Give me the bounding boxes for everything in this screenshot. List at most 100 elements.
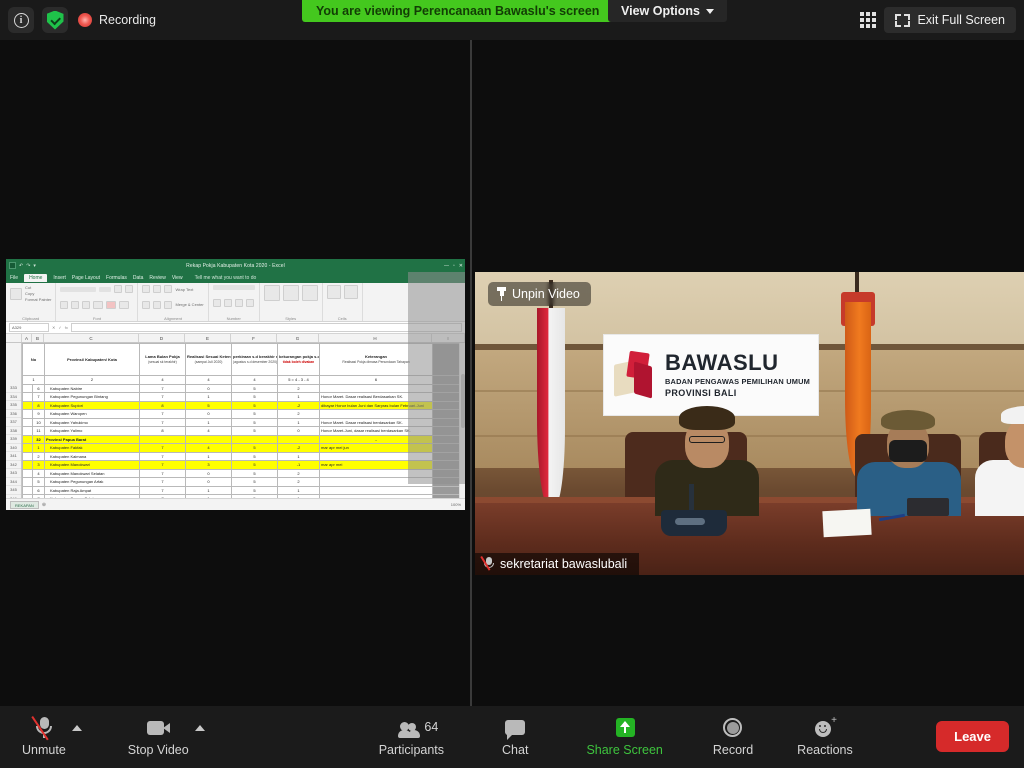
ribbon-tab-page-layout[interactable]: Page Layout — [72, 275, 100, 281]
cell-lama-10[interactable]: 7 — [139, 468, 186, 478]
cell-no-3[interactable]: 9 — [32, 409, 45, 419]
decrease-font-icon[interactable] — [125, 285, 134, 293]
column-header-f[interactable]: F — [231, 334, 277, 342]
cell-keterangan-13[interactable] — [319, 494, 433, 498]
row-header-341[interactable]: 341 — [6, 452, 21, 461]
cell-kekurangan-3[interactable]: 2 — [277, 409, 320, 419]
cell-perkiraan-13[interactable]: 5 — [231, 494, 278, 498]
merge-center-label[interactable]: Merge & Center — [175, 302, 203, 307]
cell-realisasi-0[interactable]: 0 — [185, 383, 232, 393]
cell-no-7[interactable]: 1 — [32, 443, 45, 453]
row-header-335[interactable]: 335 — [6, 401, 21, 410]
cell-lama-11[interactable]: 7 — [139, 477, 186, 487]
excel-ribbon[interactable]: Cut Copy Format Painter Clipboard Font W… — [6, 283, 465, 322]
ribbon-tab-view[interactable]: View — [172, 275, 183, 281]
table-row[interactable]: 11 Kabupaten Yalimo 8 4 5 0 Honor Maret-Juni, … — [22, 426, 465, 436]
align-top-icon[interactable] — [142, 285, 151, 293]
align-right-icon[interactable] — [164, 300, 173, 309]
table-row[interactable]: 7 Kabupaten Pegunungan Bintang 7 1 5 1 Honor M… — [22, 392, 465, 402]
cell-perkiraan-8[interactable]: 5 — [231, 451, 278, 461]
cell-no-10[interactable]: 4 — [32, 468, 45, 478]
cell-region-11[interactable]: Kabupaten Pegunungan Arfak — [44, 477, 140, 487]
cell-region-6[interactable]: Provinsi Papua Barat — [44, 434, 140, 444]
cut-label[interactable]: Cut — [25, 285, 51, 290]
meeting-info-button[interactable]: i — [8, 7, 34, 33]
cell-realisasi-11[interactable]: 0 — [185, 477, 232, 487]
audio-options-chevron-up-icon[interactable] — [71, 725, 82, 731]
format-as-table-icon[interactable] — [282, 285, 299, 301]
borders-icon[interactable] — [93, 300, 104, 309]
excel-window-buttons[interactable]: — ▫ ✕ — [444, 263, 463, 269]
table-row[interactable]: 8 Kabupaten Supiori 8 5 5 -2 dibayar Honor bul… — [22, 400, 465, 410]
cell-region-1[interactable]: Kabupaten Pegunungan Bintang — [44, 392, 140, 402]
cell-lama-8[interactable]: 7 — [139, 451, 186, 461]
wrap-text-label[interactable]: Wrap Text — [175, 287, 193, 292]
number-format-select[interactable] — [212, 285, 255, 290]
percent-style-icon[interactable] — [212, 299, 221, 307]
cell-realisasi-12[interactable]: 1 — [185, 485, 232, 495]
table-body[interactable]: 6 Kabupaten Nabire 7 0 5 2 7 Kabupaten Pegunung… — [22, 383, 465, 498]
column-header-e[interactable]: E — [185, 334, 231, 342]
cell-realisasi-4[interactable]: 1 — [185, 417, 232, 427]
insert-function-icon[interactable]: fx — [65, 325, 68, 330]
table-row[interactable]: 4 Kabupaten Manokwari Selatan 7 0 5 2 — [22, 468, 465, 478]
cell-lama-13[interactable]: 7 — [139, 494, 186, 498]
cell-perkiraan-1[interactable]: 5 — [231, 392, 278, 402]
shared-screen-pane[interactable]: ↶ ↷ ▾ Rekap Pokja Kabupaten Kota 2020 - … — [6, 259, 465, 510]
row-header-340[interactable]: 340 — [6, 444, 21, 452]
cell-no-11[interactable]: 5 — [32, 477, 45, 487]
cell-kekurangan-13[interactable]: 1 — [277, 494, 320, 498]
spreadsheet-table[interactable]: No Provinsi/ Kabupaten/ Kota Lama Bulan … — [22, 343, 465, 498]
zoom-level[interactable]: 100% — [451, 502, 461, 507]
video-options-chevron-up-icon[interactable] — [194, 725, 205, 731]
font-size-box[interactable] — [99, 286, 112, 292]
table-row[interactable]: 2 Kabupaten Kaimana 7 1 5 1 — [22, 451, 465, 461]
cell-a-12[interactable] — [22, 485, 33, 495]
cell-realisasi-7[interactable]: 4 — [185, 443, 232, 453]
ribbon-group-font[interactable]: Font — [56, 283, 139, 321]
ribbon-tab-home[interactable]: Home — [24, 273, 48, 282]
conditional-formatting-icon[interactable] — [263, 285, 280, 301]
cell-perkiraan-5[interactable]: 5 — [231, 426, 278, 436]
ribbon-tab-data[interactable]: Data — [133, 275, 144, 281]
cell-lama-2[interactable]: 8 — [139, 400, 186, 410]
align-left-icon[interactable] — [142, 300, 151, 309]
cell-kekurangan-12[interactable]: 1 — [277, 485, 320, 495]
cell-kekurangan-11[interactable]: 2 — [277, 477, 320, 487]
table-row[interactable]: 5 Kabupaten Pegunungan Arfak 7 0 5 2 — [22, 477, 465, 487]
cell-a-11[interactable] — [22, 477, 33, 487]
name-box[interactable]: A329 — [9, 323, 49, 332]
format-painter-label[interactable]: Format Painter — [25, 297, 51, 302]
encryption-status-button[interactable] — [42, 7, 68, 33]
row-header-345[interactable]: 345 — [6, 486, 21, 495]
cell-a-2[interactable] — [22, 400, 33, 410]
cell-perkiraan-6[interactable] — [231, 434, 278, 444]
unmute-button[interactable]: Unmute — [22, 711, 82, 763]
row-header-339[interactable]: 339 — [6, 435, 21, 444]
cell-a-6[interactable] — [22, 434, 33, 444]
cell-kekurangan-8[interactable]: 1 — [277, 451, 320, 461]
align-center-icon[interactable] — [153, 300, 162, 309]
cell-lama-5[interactable]: 8 — [139, 426, 186, 436]
cell-lama-0[interactable]: 7 — [139, 383, 186, 393]
cell-no-0[interactable]: 6 — [32, 383, 45, 393]
cell-region-5[interactable]: Kabupaten Yalimo — [44, 426, 140, 436]
cell-perkiraan-12[interactable]: 5 — [231, 485, 278, 495]
formula-input[interactable] — [70, 323, 462, 332]
table-row[interactable]: 9 Kabupaten Waropen 7 0 5 2 — [22, 409, 465, 419]
maximize-icon[interactable]: ▫ — [453, 263, 455, 269]
row-header-344[interactable]: 344 — [6, 478, 21, 486]
underline-icon[interactable] — [82, 300, 91, 309]
cell-a-8[interactable] — [22, 451, 33, 461]
cell-kekurangan-6[interactable] — [277, 434, 320, 444]
cell-region-10[interactable]: Kabupaten Manokwari Selatan — [44, 468, 140, 478]
sheet-tab-rekapan[interactable]: REKAPAN — [10, 500, 39, 509]
cell-perkiraan-2[interactable]: 5 — [231, 400, 278, 410]
pinned-video-tile[interactable]: BAWASLU BADAN PENGAWAS PEMILIHAN UMUM PR… — [475, 272, 1024, 575]
table-row[interactable]: 10 Kabupaten Yahukimo 7 1 5 1 Honor Maret. Das… — [22, 417, 465, 427]
tell-me-search[interactable]: Tell me what you want to do — [195, 275, 257, 281]
cell-perkiraan-10[interactable]: 5 — [231, 468, 278, 478]
column-header-c[interactable]: C — [44, 334, 139, 342]
font-color-icon[interactable] — [119, 300, 130, 309]
table-row[interactable]: 6 Kabupaten Nabire 7 0 5 2 — [22, 383, 465, 393]
